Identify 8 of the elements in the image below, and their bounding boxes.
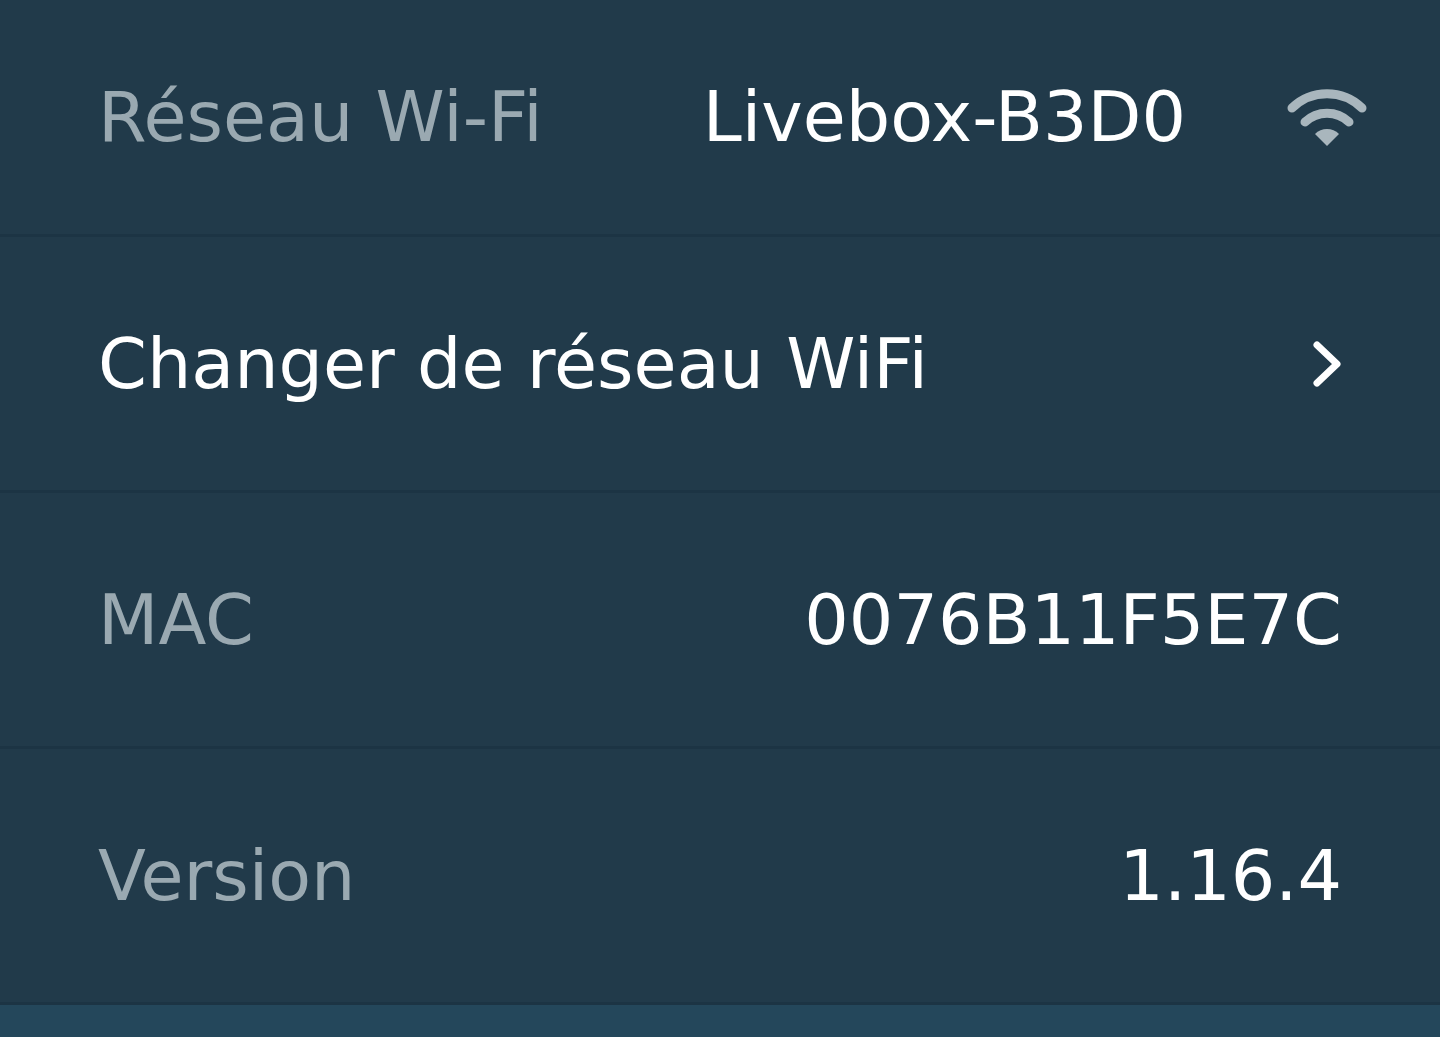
row-label: Version	[98, 840, 356, 911]
chevron-right-icon	[1312, 340, 1342, 387]
row-label: Réseau Wi-Fi	[98, 82, 543, 152]
change-network-row[interactable]: Changer de réseau WiFi	[0, 234, 1440, 490]
row-label: MAC	[98, 584, 254, 655]
row-value: 0076B11F5E7C	[804, 584, 1342, 655]
row-value: 1.16.4	[1119, 840, 1342, 911]
row-value: Livebox-B3D0	[702, 82, 1186, 152]
